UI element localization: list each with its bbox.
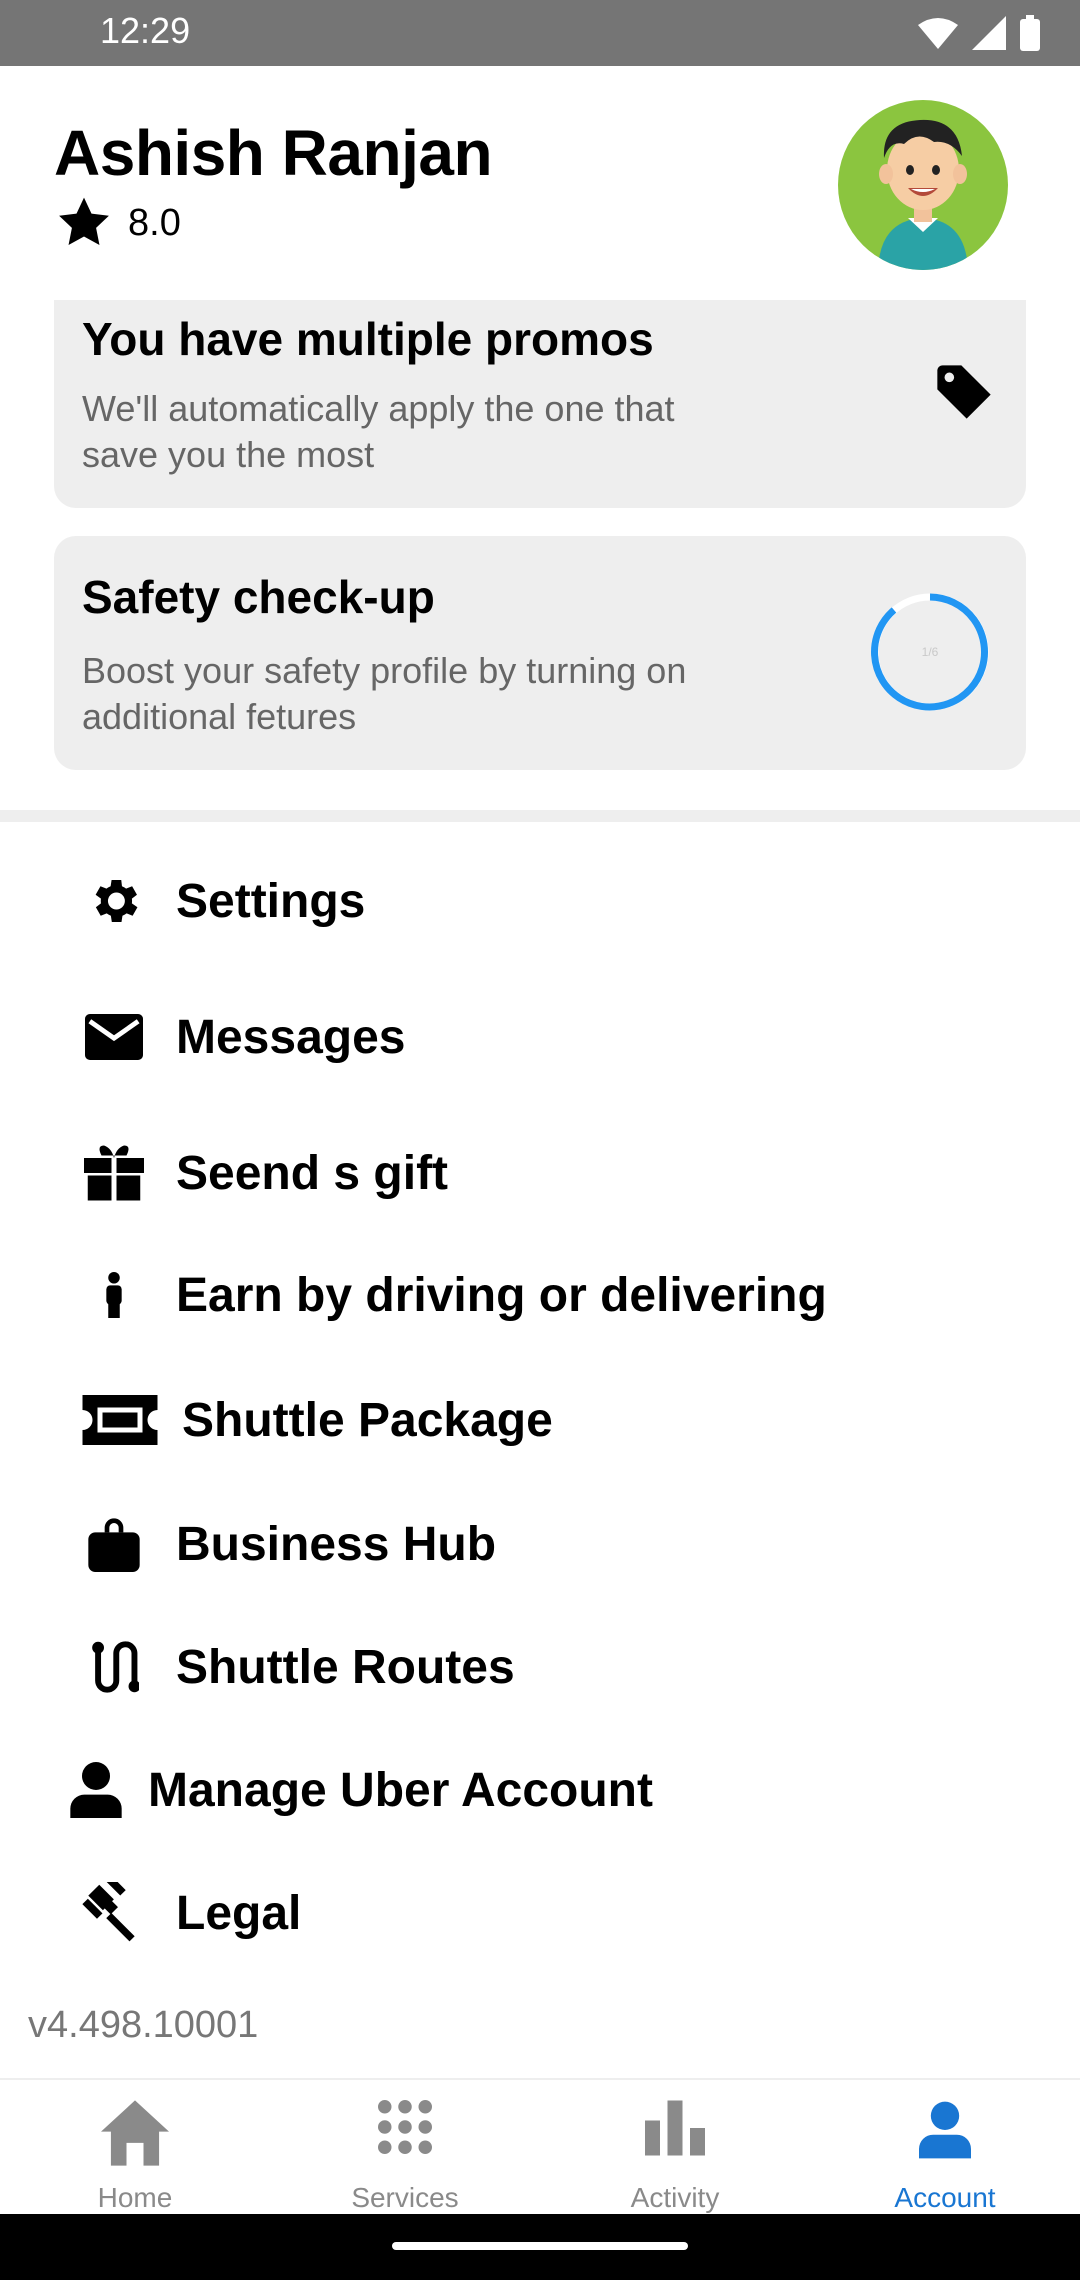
menu-item-shuttle-package[interactable]: Shuttle Package (0, 1365, 1080, 1475)
menu-item-earn-driving[interactable]: Earn by driving or delivering (0, 1240, 1080, 1350)
signal-icon (972, 16, 1006, 50)
nav-activity[interactable]: Activity (540, 2080, 810, 2216)
safety-progress-label: 1/6 (922, 645, 939, 659)
grid-icon (378, 2100, 432, 2154)
status-bar: 12:29 (0, 0, 1080, 66)
avatar[interactable] (838, 100, 1008, 270)
avatar-illustration-icon (878, 119, 968, 270)
tag-icon (937, 365, 991, 419)
gavel-icon (74, 1882, 154, 1944)
promo-card[interactable]: You have multiple promos We'll automatic… (54, 300, 1026, 508)
menu-label: Business Hub (176, 1517, 497, 1571)
menu-item-shuttle-routes[interactable]: Shuttle Routes (0, 1612, 1080, 1722)
menu-label: Settings (176, 874, 366, 928)
status-time: 12:29 (100, 10, 191, 51)
safety-description: Boost your safety profile by turning on … (82, 650, 687, 737)
menu-label: Messages (176, 1010, 406, 1064)
account-icon (919, 2101, 971, 2159)
nav-label: Account (894, 2182, 996, 2213)
rating-value: 8.0 (128, 201, 181, 244)
menu-label: Seend s gift (176, 1146, 449, 1200)
menu-label: Shuttle Routes (176, 1640, 515, 1694)
wifi-icon (918, 18, 958, 49)
nav-label: Services (351, 2182, 459, 2213)
menu-label: Shuttle Package (182, 1393, 553, 1447)
home-indicator[interactable] (392, 2242, 688, 2250)
home-icon (101, 2100, 169, 2166)
nav-home[interactable]: Home (0, 2080, 270, 2216)
profile-name: Ashish Ranjan (54, 117, 493, 189)
menu-item-send-gift[interactable]: Seend s gift (0, 1118, 1080, 1228)
gesture-bar (0, 2214, 1080, 2280)
menu-label: Earn by driving or delivering (176, 1268, 827, 1322)
safety-progress-ring: 1/6 (871, 593, 989, 711)
person-icon (74, 1272, 154, 1318)
menu-item-messages[interactable]: Messages (0, 982, 1080, 1092)
profile-rating: 8.0 (54, 194, 181, 252)
system-icons (918, 14, 1040, 52)
app-version: v4.498.10001 (28, 2004, 259, 2046)
nav-account[interactable]: Account (810, 2080, 1080, 2216)
menu-item-manage-account[interactable]: Manage Uber Account (0, 1735, 1080, 1845)
menu-label: Legal (176, 1886, 302, 1940)
gift-icon (74, 1145, 154, 1201)
star-icon (59, 197, 109, 245)
menu-label: Manage Uber Account (148, 1763, 653, 1817)
profile-header: Ashish Ranjan 8.0 (0, 66, 1080, 300)
nav-services[interactable]: Services (270, 2080, 540, 2216)
safety-checkup-card[interactable]: Safety check-up Boost your safety profil… (54, 536, 1026, 770)
briefcase-icon (74, 1516, 154, 1572)
promo-title: You have multiple promos (82, 313, 654, 365)
nav-label: Activity (630, 2182, 720, 2213)
safety-title: Safety check-up (82, 571, 435, 623)
menu-item-legal[interactable]: Legal (0, 1858, 1080, 1968)
route-icon (74, 1639, 154, 1695)
nav-label: Home (97, 2182, 173, 2213)
menu-item-business-hub[interactable]: Business Hub (0, 1489, 1080, 1599)
gear-icon (74, 872, 154, 930)
section-divider (0, 810, 1080, 822)
mail-icon (74, 1014, 154, 1060)
menu-item-settings[interactable]: Settings (0, 846, 1080, 956)
promo-description: We'll automatically apply the one that s… (82, 388, 675, 475)
ticket-icon (80, 1395, 160, 1445)
account-icon (66, 1762, 126, 1818)
bar-chart-icon (645, 2100, 705, 2156)
bottom-navigation: Home Services Activity Account (0, 2078, 1080, 2216)
battery-icon (1020, 15, 1040, 51)
